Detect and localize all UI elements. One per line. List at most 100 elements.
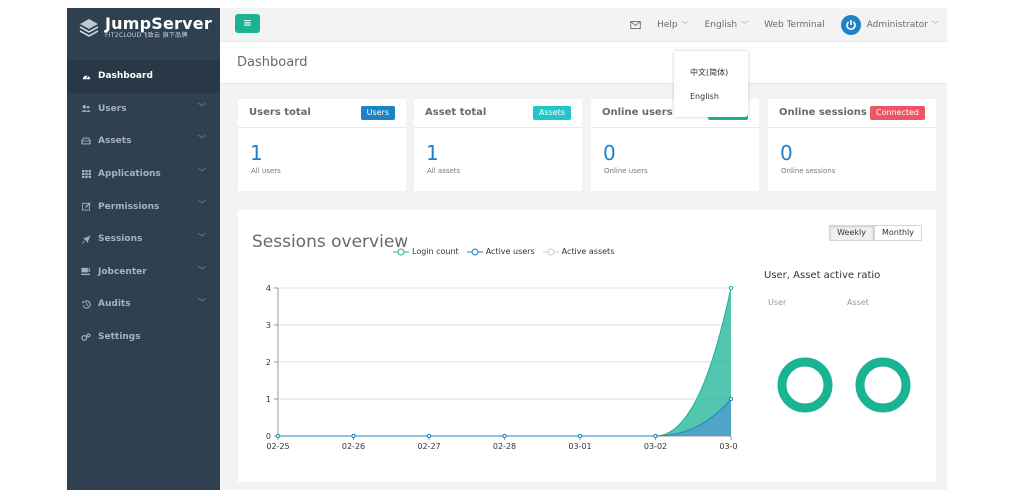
x-tick-label: 02-28: [493, 442, 516, 451]
inbox-icon: [79, 137, 93, 145]
app-window: JumpServer FIT2CLOUD飞致云 旗下品牌 Dashboard U…: [67, 8, 947, 490]
x-tick-label: 02-27: [417, 442, 440, 451]
chevron-down-icon: ﹀: [198, 102, 206, 112]
y-tick-label: 2: [266, 358, 271, 367]
sessions-overview-panel: Sessions overview Login count Active use…: [238, 210, 936, 482]
data-point: [275, 433, 281, 439]
legend-item-login-count[interactable]: Login count: [393, 247, 459, 256]
card-divider: [414, 127, 582, 128]
sidebar-item-label: Permissions: [98, 201, 160, 212]
sidebar-item-assets[interactable]: Assets ﹀: [67, 125, 220, 158]
sidebar-item-users[interactable]: Users ﹀: [67, 93, 220, 126]
edit-icon: [79, 202, 93, 211]
user-name: Administrator: [866, 20, 928, 30]
range-button-group: Weekly Monthly: [829, 225, 922, 241]
web-terminal-label: Web Terminal: [764, 20, 825, 30]
legend-item-active-users[interactable]: Active users: [466, 247, 535, 256]
card-value: 1: [426, 141, 439, 165]
notifications-link[interactable]: [630, 21, 641, 29]
sidebar-item-sessions[interactable]: Sessions ﹀: [67, 223, 220, 256]
y-tick-label: 3: [266, 321, 271, 330]
sidebar-item-label: Assets: [98, 136, 132, 147]
series-area-active-users: [278, 399, 731, 436]
brand-logo[interactable]: JumpServer FIT2CLOUD飞致云 旗下品牌: [67, 8, 220, 48]
ratio-label-user: User: [768, 298, 787, 307]
card-title: Online users: [602, 107, 673, 118]
data-point: [728, 285, 734, 291]
monthly-button[interactable]: Monthly: [873, 225, 922, 241]
user-dropdown[interactable]: Administrator ﹀: [840, 15, 939, 35]
chevron-down-icon: ﹀: [198, 265, 206, 275]
power-icon: [845, 20, 856, 30]
sidebar-item-label: Sessions: [98, 234, 143, 245]
chevron-down-icon: ﹀: [741, 21, 749, 29]
sidebar-item-audits[interactable]: Audits ﹀: [67, 288, 220, 321]
chevron-down-icon: ﹀: [198, 167, 206, 177]
dashboard-icon: [79, 72, 93, 81]
menu-toggle-button[interactable]: ≡: [235, 14, 260, 33]
language-dropdown[interactable]: English ﹀: [705, 20, 749, 30]
stat-card-assets: Asset total Assets 1 All assets: [414, 99, 582, 191]
users-icon: [79, 104, 93, 113]
chevron-down-icon: ﹀: [932, 21, 939, 29]
chevron-down-icon: ﹀: [198, 200, 206, 210]
legend-marker: [393, 248, 409, 255]
card-value: 0: [603, 141, 616, 165]
sidebar-item-label: Settings: [98, 332, 141, 343]
brand-name: JumpServer: [105, 14, 212, 33]
language-option-zh[interactable]: 中文(简体): [690, 67, 728, 78]
sessions-chart: 0 1 2 3 4 02-25 02-26 02-27 02-28 03-01 03-02 03-03: [266, 284, 738, 451]
data-point: [728, 396, 734, 402]
language-label: English: [704, 20, 738, 30]
card-subtitle: All users: [251, 167, 281, 175]
data-point: [351, 433, 356, 439]
x-tick-label: 03-03: [719, 442, 738, 451]
legend-marker: [466, 248, 483, 255]
card-title: Users total: [249, 107, 311, 118]
sidebar: JumpServer FIT2CLOUD飞致云 旗下品牌 Dashboard U…: [67, 8, 220, 490]
sidebar-item-settings[interactable]: Settings: [67, 321, 220, 354]
card-subtitle: Online users: [604, 167, 648, 175]
y-tick-label: 1: [266, 395, 271, 404]
series-area-active-assets: [278, 399, 731, 436]
ratio-label-asset: Asset: [847, 298, 869, 307]
page-heading: Dashboard: [220, 42, 947, 84]
weekly-button[interactable]: Weekly: [829, 225, 874, 241]
help-dropdown[interactable]: Help ﹀: [657, 20, 689, 30]
language-menu: 中文(简体) English: [674, 51, 748, 117]
sidebar-item-permissions[interactable]: Permissions ﹀: [67, 190, 220, 223]
sidebar-item-jobcenter[interactable]: Jobcenter ﹀: [67, 256, 220, 289]
grid-icon: [79, 170, 93, 179]
x-tick-label: 02-25: [266, 442, 289, 451]
top-nav-links: Help ﹀ English ﹀ Web Terminal Administra…: [630, 8, 947, 42]
card-title: Online sessions: [779, 107, 867, 118]
sidebar-item-label: Applications: [98, 169, 161, 180]
brand-subtitle: FIT2CLOUD飞致云 旗下品牌: [105, 32, 188, 39]
sidebar-item-dashboard[interactable]: Dashboard: [67, 60, 220, 93]
language-option-en[interactable]: English: [690, 92, 719, 101]
avatar: [840, 15, 861, 35]
card-divider: [768, 127, 936, 128]
data-point: [502, 433, 507, 439]
sidebar-item-label: Jobcenter: [98, 266, 147, 277]
sidebar-item-applications[interactable]: Applications ﹀: [67, 158, 220, 191]
jumpserver-logo-icon: [79, 19, 99, 37]
legend-item-active-assets[interactable]: Active assets: [542, 247, 615, 256]
card-subtitle: All assets: [427, 167, 461, 175]
legend-label: Active users: [485, 247, 535, 256]
chevron-down-icon: ﹀: [198, 232, 206, 242]
help-label: Help: [657, 20, 678, 30]
web-terminal-link[interactable]: Web Terminal: [764, 20, 825, 30]
legend-label: Active assets: [561, 247, 615, 256]
page-title: Dashboard: [237, 55, 308, 70]
chart-legend: Login count Active users Active assets: [393, 247, 622, 256]
sidebar-menu: Dashboard Users ﹀ Assets ﹀ Applications …: [67, 60, 220, 353]
stat-card-online-sessions: Online sessions Connected 0 Online sessi…: [768, 99, 936, 191]
status-badge: Connected: [869, 106, 925, 120]
envelope-icon: [630, 21, 641, 29]
status-badge: Users: [360, 106, 395, 120]
data-point: [577, 433, 583, 439]
asset-ratio-donut: [855, 357, 911, 413]
y-tick-label: 0: [266, 432, 271, 441]
rocket-icon: [79, 235, 93, 244]
